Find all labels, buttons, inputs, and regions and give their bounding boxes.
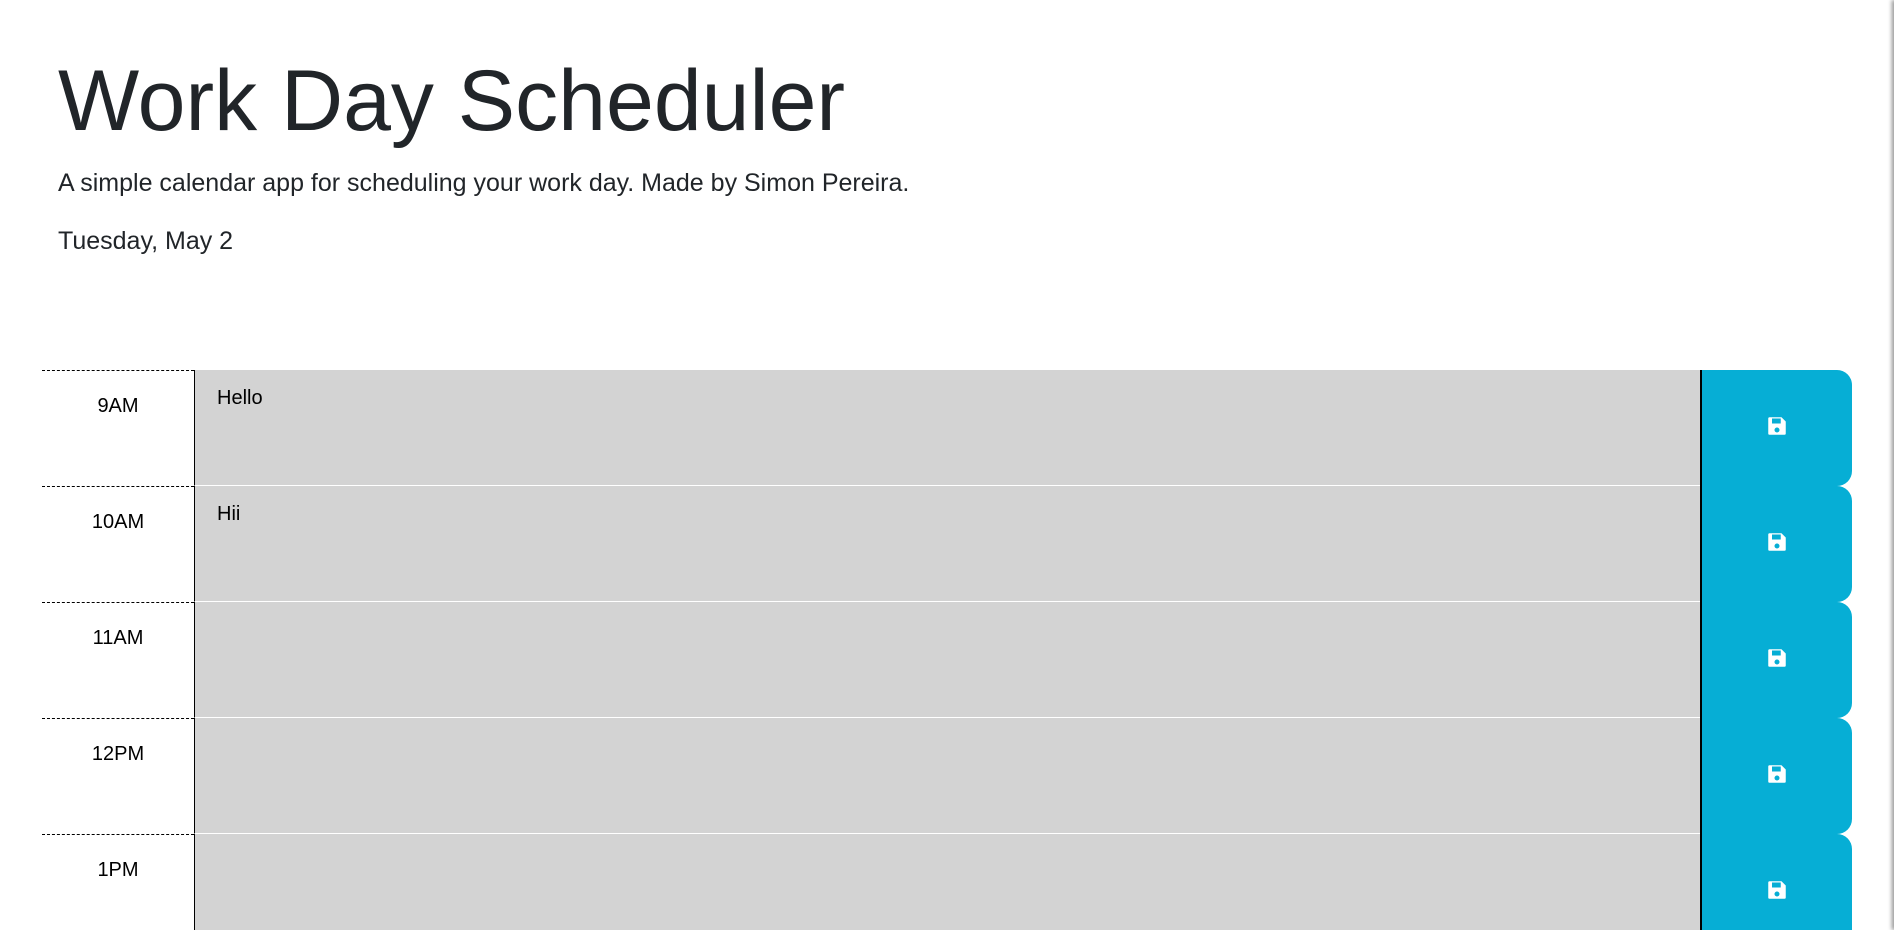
floppy-disk-icon — [1767, 764, 1787, 789]
description-textarea[interactable] — [194, 834, 1704, 930]
floppy-disk-icon — [1767, 416, 1787, 441]
time-block-12pm: 12PM — [42, 718, 1852, 834]
save-button[interactable] — [1700, 834, 1852, 930]
floppy-disk-icon — [1767, 648, 1787, 673]
floppy-disk-icon — [1767, 880, 1787, 905]
hour-label: 1PM — [42, 834, 194, 930]
current-day: Tuesday, May 2 — [58, 227, 234, 255]
description-textarea[interactable]: Hello — [194, 370, 1704, 486]
description-textarea[interactable] — [194, 718, 1704, 834]
description-textarea[interactable]: Hii — [194, 486, 1704, 602]
hour-label: 12PM — [42, 718, 194, 834]
save-button[interactable] — [1700, 486, 1852, 602]
time-block-11am: 11AM — [42, 602, 1852, 718]
save-button[interactable] — [1700, 370, 1852, 486]
floppy-disk-icon — [1767, 532, 1787, 557]
hour-label: 10AM — [42, 486, 194, 602]
schedule-container: 9AM Hello 10AM Hii 11AM 12PM 1PM — [42, 370, 1852, 930]
page-description: A simple calendar app for scheduling you… — [58, 169, 910, 197]
hour-label: 9AM — [42, 370, 194, 486]
description-textarea[interactable] — [194, 602, 1704, 718]
time-block-10am: 10AM Hii — [42, 486, 1852, 602]
page: Work Day Scheduler A simple calendar app… — [0, 0, 1899, 930]
save-button[interactable] — [1700, 718, 1852, 834]
time-block-1pm: 1PM — [42, 834, 1852, 930]
window-edge-shadow — [1894, 0, 1899, 930]
hour-label: 11AM — [42, 602, 194, 718]
time-block-9am: 9AM Hello — [42, 370, 1852, 486]
page-title: Work Day Scheduler — [58, 53, 846, 149]
save-button[interactable] — [1700, 602, 1852, 718]
